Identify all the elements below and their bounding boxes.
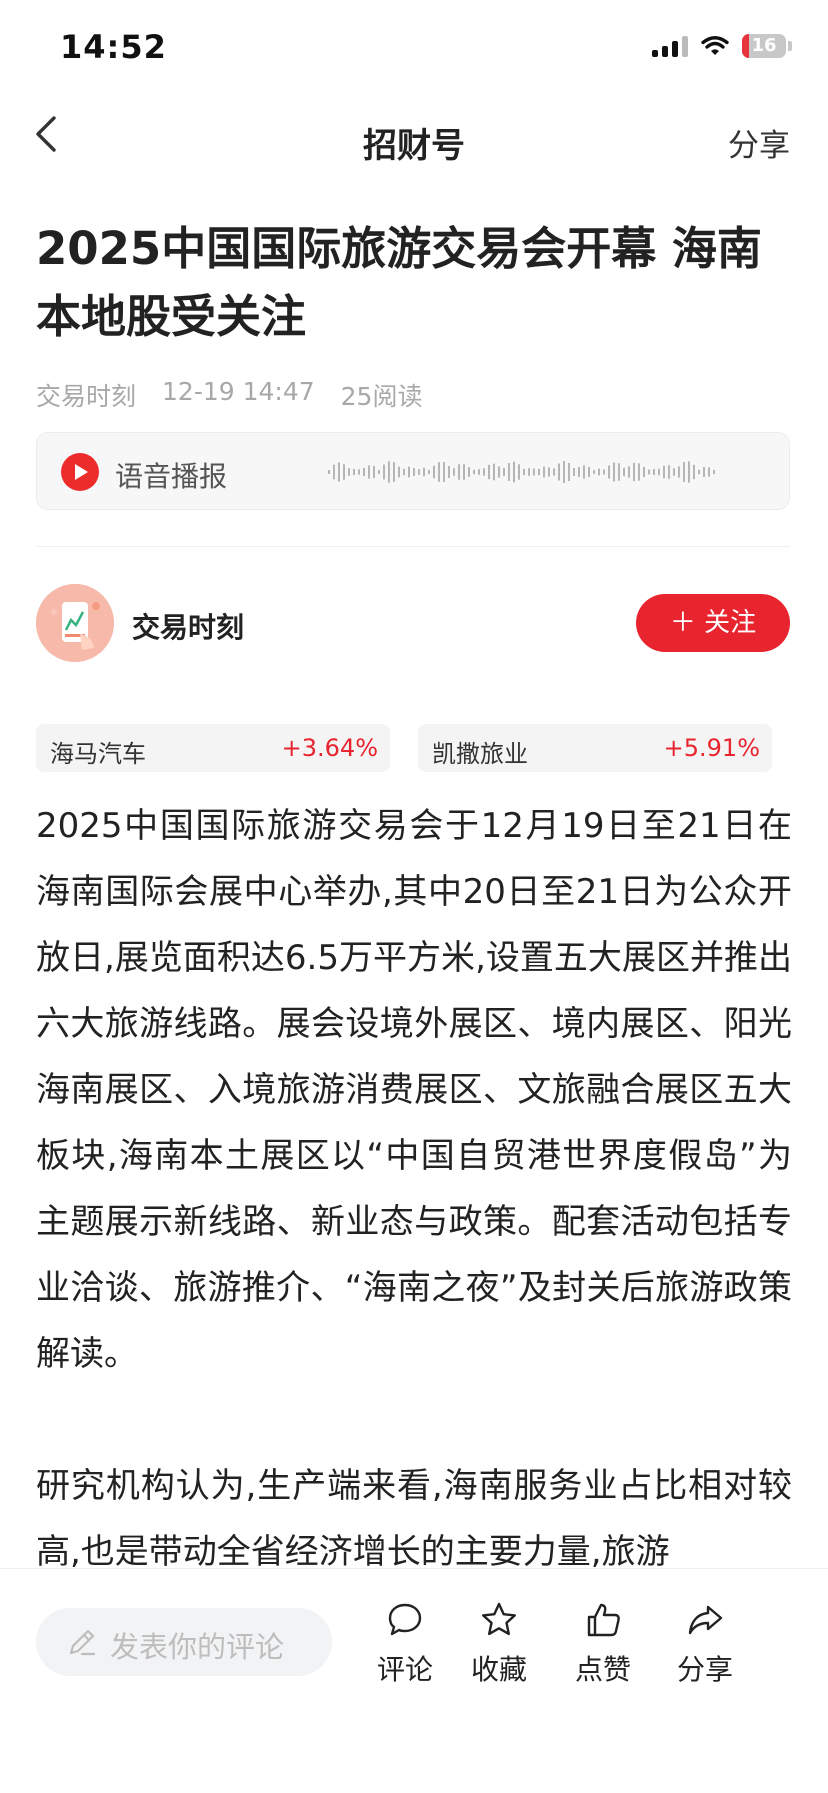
pencil-icon [69,1629,96,1656]
battery-icon: 16 [742,34,786,58]
follow-button[interactable]: ＋ 关注 [636,594,790,652]
share-label: 分享 [676,1653,733,1686]
stock-chip[interactable]: 凯撒旅业 +5.91% [418,724,772,772]
comment-placeholder: 发表你的评论 [110,1630,285,1664]
battery-level: 16 [751,35,777,56]
star-icon [482,1602,516,1636]
stock-chip[interactable]: 海马汽车 +3.64% [36,724,390,772]
nav-title: 招财号 [363,126,465,166]
comment-input[interactable]: 发表你的评论 [36,1608,332,1676]
divider [36,546,790,547]
article-body: 2025中国国际旅游交易会于12月19日至21日在海南国际会展中心举办,其中20… [36,793,792,1651]
status-indicators: 16 [652,34,792,58]
play-icon[interactable] [61,453,99,491]
cellular-signal-icon [652,35,688,57]
like-button[interactable]: 点赞 [558,1600,648,1688]
meta-source: 交易时刻 [36,382,137,411]
article-meta: 交易时刻 12-19 14:47 25阅读 [36,377,422,413]
article-paragraph: 研究机构认为,生产端来看,海南服务业占比相对较高,也是带动全省经济增长的主要力量… [36,1466,792,1572]
favorite-label: 收藏 [470,1653,527,1686]
like-label: 点赞 [574,1653,631,1686]
avatar-illustration [36,584,114,662]
author-avatar[interactable] [36,584,114,662]
audio-broadcast-bar[interactable]: 语音播报 [36,432,790,510]
share-icon [688,1605,723,1635]
stock-change: +3.64% [281,734,378,762]
article-title: 2025中国国际旅游交易会开幕 海南本地股受关注 [36,222,762,343]
thumbs-up-icon [587,1603,620,1637]
meta-reads: 25阅读 [340,382,423,411]
stock-name: 凯撒旅业 [432,740,528,768]
nav-share-button[interactable]: 分享 [728,120,790,165]
comment-label: 评论 [376,1653,433,1686]
comment-icon [388,1603,422,1636]
author-name[interactable]: 交易时刻 [132,606,244,646]
wifi-icon [701,36,729,55]
share-button[interactable]: 分享 [660,1600,750,1688]
comment-button[interactable]: 评论 [360,1600,450,1688]
battery-tip [788,41,792,51]
status-time: 14:52 [60,28,167,66]
audio-waveform [328,461,715,483]
meta-time: 12-19 14:47 [162,377,315,406]
stock-change: +5.91% [663,734,760,762]
audio-label: 语音播报 [115,460,228,493]
stock-name: 海马汽车 [50,740,146,768]
article-paragraph: 2025中国国际旅游交易会于12月19日至21日在海南国际会展中心举办,其中20… [36,806,792,1374]
favorite-button[interactable]: 收藏 [454,1600,544,1688]
